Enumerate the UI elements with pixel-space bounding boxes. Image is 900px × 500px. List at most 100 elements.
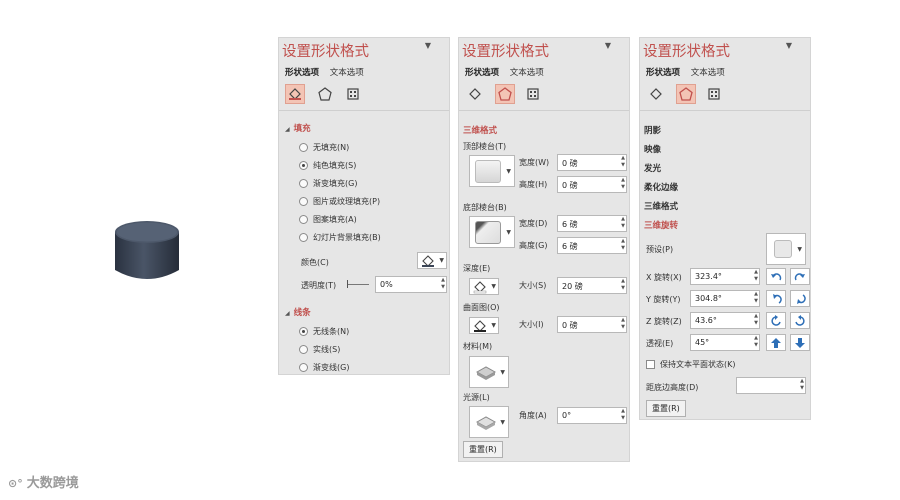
chevron-down-icon[interactable]: ▼ xyxy=(797,246,802,253)
spin-arrows-icon[interactable]: ▲ ▼ xyxy=(754,313,758,327)
spin-arrows-icon[interactable]: ▲ ▼ xyxy=(621,177,625,191)
angle-input[interactable]: 0° ▲ ▼ xyxy=(557,407,627,424)
top-width-value: 0 磅 xyxy=(562,159,578,168)
effects-pentagon-icon[interactable] xyxy=(495,84,515,104)
spin-arrows-icon[interactable]: ▲ ▼ xyxy=(800,378,804,392)
y-rotation-input[interactable]: 304.8° ▲ ▼ xyxy=(690,290,760,307)
reset-button[interactable]: 重置(R) xyxy=(463,441,503,458)
rotate-right-button[interactable] xyxy=(790,268,810,285)
size-properties-icon[interactable] xyxy=(343,84,363,104)
chevron-down-icon[interactable]: ▼ xyxy=(605,41,611,50)
color-picker[interactable]: ▼ xyxy=(417,252,447,269)
rotate-down-button[interactable] xyxy=(790,290,810,307)
top-height-input[interactable]: 0 磅 ▲ ▼ xyxy=(557,176,627,193)
lighting-picker[interactable]: ▼ xyxy=(469,406,509,438)
chevron-down-icon[interactable]: ▼ xyxy=(491,283,496,290)
chevron-down-icon[interactable]: ▼ xyxy=(500,369,505,376)
watermark-text: 大数跨境 xyxy=(26,476,79,491)
cylinder-shape[interactable] xyxy=(114,220,180,284)
watermark: ⊙° 大数跨境 xyxy=(8,472,79,491)
panel-title: 设置形状格式 xyxy=(462,44,549,60)
effects-pentagon-icon[interactable] xyxy=(676,84,696,104)
radio-no-line[interactable] xyxy=(299,327,308,336)
perspective-increase-button[interactable] xyxy=(766,334,786,351)
top-bevel-picker[interactable]: ▼ xyxy=(469,155,515,187)
line-section-header[interactable]: ◢ 线条 xyxy=(285,306,311,318)
top-width-input[interactable]: 0 磅 ▲ ▼ xyxy=(557,154,627,171)
rotate-up-button[interactable] xyxy=(766,290,786,307)
spin-arrows-icon[interactable]: ▲ ▼ xyxy=(621,317,625,331)
chevron-down-icon[interactable]: ▼ xyxy=(506,168,511,175)
tab-shape-options[interactable]: 形状选项 xyxy=(285,68,319,78)
radio-picture-fill[interactable] xyxy=(299,197,308,206)
rotation-presets-picker[interactable]: ▼ xyxy=(766,233,806,265)
section-glow[interactable]: 发光 xyxy=(644,162,661,174)
tab-shape-options[interactable]: 形状选项 xyxy=(465,68,499,78)
material-picker[interactable]: ▼ xyxy=(469,356,509,388)
radio-pattern-fill[interactable] xyxy=(299,215,308,224)
chevron-down-icon[interactable]: ▼ xyxy=(439,257,444,264)
slider-thumb[interactable] xyxy=(347,280,348,288)
rotate-ccw-button[interactable] xyxy=(766,312,786,329)
depth-size-input[interactable]: 20 磅 ▲ ▼ xyxy=(557,277,627,294)
fill-line-icon[interactable] xyxy=(465,84,485,104)
material-preview-icon xyxy=(475,366,497,380)
size-properties-icon[interactable] xyxy=(523,84,543,104)
fill-line-icon[interactable] xyxy=(646,84,666,104)
tab-text-options[interactable]: 文本选项 xyxy=(330,68,364,78)
effects-pentagon-icon[interactable] xyxy=(315,84,335,104)
chevron-down-icon[interactable]: ▼ xyxy=(500,419,505,426)
tab-text-options[interactable]: 文本选项 xyxy=(510,68,544,78)
spin-arrows-icon[interactable]: ▲ ▼ xyxy=(621,238,625,252)
perspective-input[interactable]: 45° ▲ ▼ xyxy=(690,334,760,351)
chevron-down-icon[interactable]: ▼ xyxy=(506,229,511,236)
depth-color-picker[interactable]: ▼ xyxy=(469,278,499,295)
spin-arrows-icon[interactable]: ▲ ▼ xyxy=(621,278,625,292)
radio-solid-line[interactable] xyxy=(299,345,308,354)
keep-text-flat-checkbox[interactable] xyxy=(646,360,655,369)
section-shadow[interactable]: 阴影 xyxy=(644,124,661,136)
chevron-down-icon[interactable]: ▼ xyxy=(786,41,792,50)
z-rotation-input[interactable]: 43.6° ▲ ▼ xyxy=(690,312,760,329)
section-3d-rotation[interactable]: 三维旋转 xyxy=(644,219,678,231)
rotate-left-button[interactable] xyxy=(766,268,786,285)
x-rotation-input[interactable]: 323.4° ▲ ▼ xyxy=(690,268,760,285)
section-soft-edges[interactable]: 柔化边缘 xyxy=(644,181,678,193)
spin-arrows-icon[interactable]: ▲ ▼ xyxy=(754,291,758,305)
perspective-decrease-button[interactable] xyxy=(790,334,810,351)
spin-arrows-icon[interactable]: ▲ ▼ xyxy=(754,335,758,349)
chevron-down-icon[interactable]: ▼ xyxy=(491,322,496,329)
spin-arrows-icon[interactable]: ▲ ▼ xyxy=(441,277,445,291)
size-properties-icon[interactable] xyxy=(704,84,724,104)
section-3d-format[interactable]: 三维格式 xyxy=(644,200,678,212)
bottom-bevel-picker[interactable]: ▼ xyxy=(469,216,515,248)
spin-arrows-icon[interactable]: ▲ ▼ xyxy=(621,408,625,422)
fill-line-icon[interactable] xyxy=(285,84,305,104)
radio-slide-background-fill[interactable] xyxy=(299,233,308,242)
distance-input[interactable]: ▲ ▼ xyxy=(736,377,806,394)
bottom-height-input[interactable]: 6 磅 ▲ ▼ xyxy=(557,237,627,254)
radio-solid-fill[interactable] xyxy=(299,161,308,170)
spin-arrows-icon[interactable]: ▲ ▼ xyxy=(621,216,625,230)
fill-section-header[interactable]: ◢ 填充 xyxy=(285,122,311,134)
transparency-input[interactable]: 0% ▲ ▼ xyxy=(375,276,447,293)
contour-size-input[interactable]: 0 磅 ▲ ▼ xyxy=(557,316,627,333)
3d-format-section-header[interactable]: 三维格式 xyxy=(463,124,497,136)
transparency-slider[interactable] xyxy=(347,284,369,285)
bottom-width-input[interactable]: 6 磅 ▲ ▼ xyxy=(557,215,627,232)
keep-text-flat-label: 保持文本平面状态(K) xyxy=(660,360,736,369)
chevron-down-icon[interactable]: ▼ xyxy=(425,41,431,50)
contour-color-picker[interactable]: ▼ xyxy=(469,317,499,334)
tab-text-options[interactable]: 文本选项 xyxy=(691,68,725,78)
tab-shape-options[interactable]: 形状选项 xyxy=(646,68,680,78)
rotate-cw-button[interactable] xyxy=(790,312,810,329)
spin-arrows-icon[interactable]: ▲ ▼ xyxy=(754,269,758,283)
depth-size-value: 20 磅 xyxy=(562,282,583,291)
reset-button[interactable]: 重置(R) xyxy=(646,400,686,417)
spin-arrows-icon[interactable]: ▲ ▼ xyxy=(621,155,625,169)
radio-gradient-fill[interactable] xyxy=(299,179,308,188)
format-shape-panel-3d-format: 设置形状格式 ▼ 形状选项 文本选项 三维格式 顶部棱台(T) ▼ 宽度(W) … xyxy=(458,37,630,462)
radio-no-fill[interactable] xyxy=(299,143,308,152)
section-reflection[interactable]: 映像 xyxy=(644,143,661,155)
radio-gradient-line[interactable] xyxy=(299,363,308,372)
